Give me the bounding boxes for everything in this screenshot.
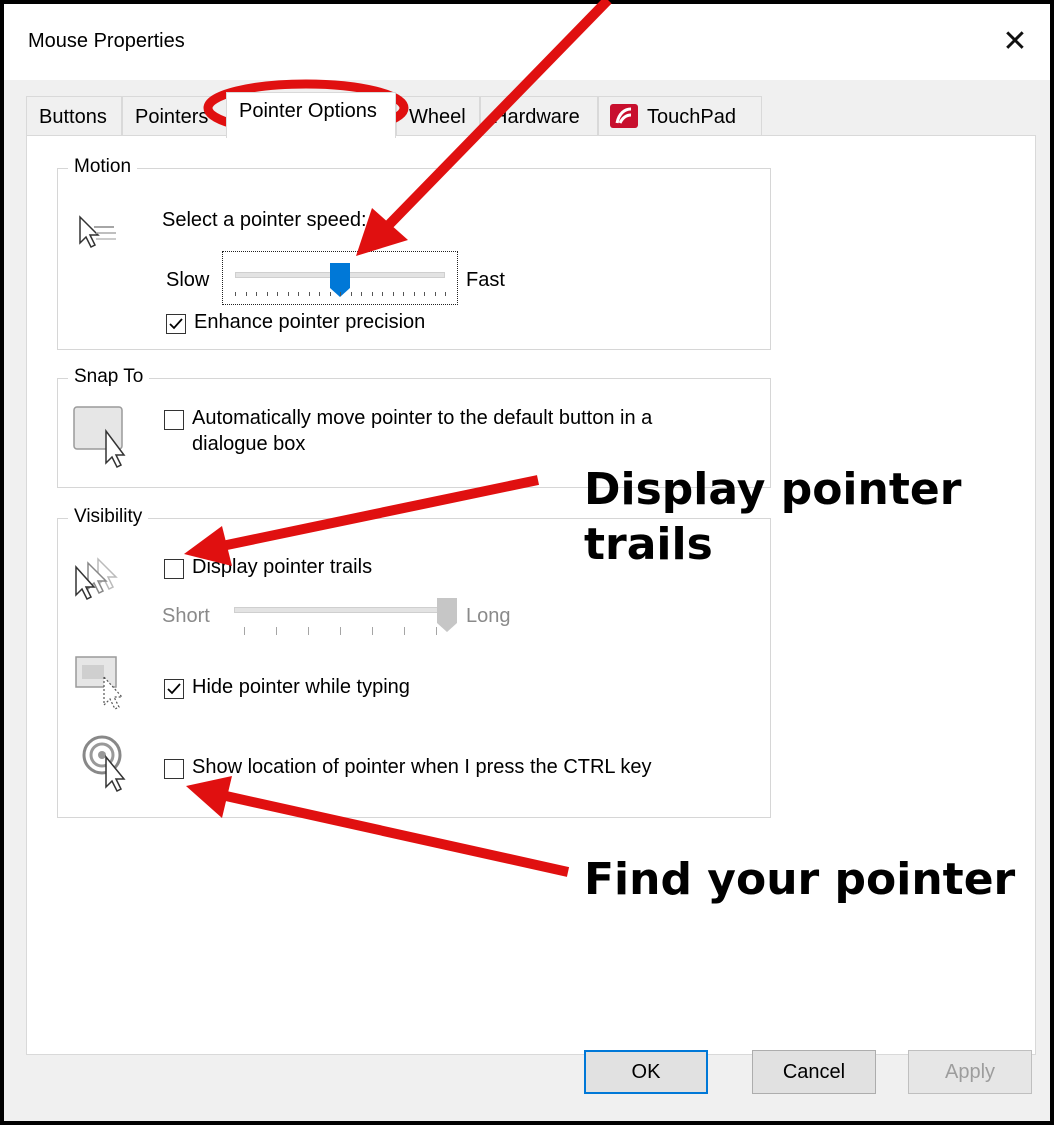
pointer-options-panel: Motion Select a pointer speed: Slow Fast… <box>26 135 1036 1055</box>
trails-callout-line1: Display pointer <box>584 464 962 515</box>
slider-tick <box>244 627 245 635</box>
show-location-checkbox[interactable] <box>164 759 184 779</box>
slider-tick <box>340 292 341 296</box>
snap-to-icon <box>73 406 126 469</box>
slider-track <box>234 607 446 613</box>
slider-tick <box>382 292 383 296</box>
slider-tick <box>372 627 373 635</box>
pointer-speed-label: Select a pointer speed: <box>162 209 367 231</box>
trails-callout-line2: trails <box>584 519 713 570</box>
slider-tick <box>235 292 236 296</box>
slider-tick <box>298 292 299 296</box>
find-callout: Find your pointer <box>584 854 1016 905</box>
apply-button[interactable]: Apply <box>908 1050 1032 1094</box>
cancel-button[interactable]: Cancel <box>752 1050 876 1094</box>
auto-move-checkbox[interactable] <box>164 410 184 430</box>
tab-wheel[interactable]: Wheel <box>396 96 480 136</box>
slider-tick <box>434 292 436 296</box>
touchpad-icon <box>610 104 638 128</box>
slider-tick <box>361 292 362 296</box>
auto-move-label-line2: dialogue box <box>192 433 306 455</box>
tab-strip: Buttons Pointers Pointer Options Wheel H… <box>26 92 1036 138</box>
pointer-trails-icon <box>75 557 118 601</box>
tab-label: Wheel <box>409 106 466 128</box>
pointer-speed-icon <box>79 215 116 249</box>
trails-callout: Display pointer trails <box>584 462 961 572</box>
slider-tick <box>350 292 352 296</box>
pointer-speed-slider[interactable] <box>222 251 458 305</box>
tab-pointer-options[interactable]: Pointer Options <box>226 92 396 138</box>
slider-tick <box>319 292 320 296</box>
tab-touchpad[interactable]: TouchPad <box>598 96 762 136</box>
display-trails-checkbox[interactable] <box>164 559 184 579</box>
motion-legend: Motion <box>68 156 138 178</box>
slider-tick <box>436 627 437 635</box>
tab-hardware[interactable]: Hardware <box>480 96 598 136</box>
tab-buttons[interactable]: Buttons <box>26 96 122 136</box>
slider-tick <box>266 292 268 296</box>
show-location-icon <box>82 735 126 793</box>
show-location-label: Show location of pointer when I press th… <box>192 756 652 778</box>
ok-button[interactable]: OK <box>584 1050 708 1094</box>
enhance-precision-checkbox[interactable] <box>166 314 186 334</box>
motion-group: Motion Select a pointer speed: Slow Fast… <box>57 156 771 350</box>
slider-tick <box>445 292 446 296</box>
tab-label: Hardware <box>493 106 580 128</box>
tab-label: Pointer Options <box>239 100 377 122</box>
slider-tick <box>413 292 415 296</box>
tab-pointers[interactable]: Pointers <box>122 96 228 136</box>
slider-tick <box>424 292 425 296</box>
slider-tick <box>404 627 405 635</box>
title-bar: Mouse Properties ✕ <box>4 4 1050 80</box>
hide-typing-icon <box>75 656 124 710</box>
slider-tick <box>392 292 394 296</box>
display-trails-label: Display pointer trails <box>192 556 373 578</box>
slider-tick <box>308 627 309 635</box>
snap-to-legend: Snap To <box>68 366 150 388</box>
auto-move-label: Automatically move pointer to the defaul… <box>192 407 653 429</box>
short-label: Short <box>162 605 210 627</box>
tab-label: TouchPad <box>647 106 736 128</box>
tab-label: Pointers <box>135 106 209 128</box>
trail-length-slider[interactable] <box>234 597 457 643</box>
slider-tick <box>256 292 257 296</box>
slider-tick <box>245 292 247 296</box>
slider-tick <box>329 292 331 296</box>
hide-while-typing-label: Hide pointer while typing <box>192 676 410 698</box>
fast-label: Fast <box>466 269 505 291</box>
tab-label: Buttons <box>39 106 107 128</box>
slider-tick <box>308 292 310 296</box>
window-title: Mouse Properties <box>28 30 185 52</box>
close-icon[interactable]: ✕ <box>980 4 1050 80</box>
slider-tick <box>371 292 373 296</box>
slider-tick <box>276 627 277 635</box>
enhance-precision-label: Enhance pointer precision <box>194 311 426 333</box>
trail-length-thumb[interactable] <box>436 597 458 633</box>
long-label: Long <box>466 605 511 627</box>
slow-label: Slow <box>166 269 210 291</box>
check-icon <box>167 683 181 695</box>
slider-tick <box>340 627 341 635</box>
visibility-legend: Visibility <box>68 506 149 528</box>
slider-tick <box>277 292 278 296</box>
slider-tick <box>403 292 404 296</box>
hide-while-typing-checkbox[interactable] <box>164 679 184 699</box>
check-icon <box>169 318 183 330</box>
slider-tick <box>287 292 289 296</box>
